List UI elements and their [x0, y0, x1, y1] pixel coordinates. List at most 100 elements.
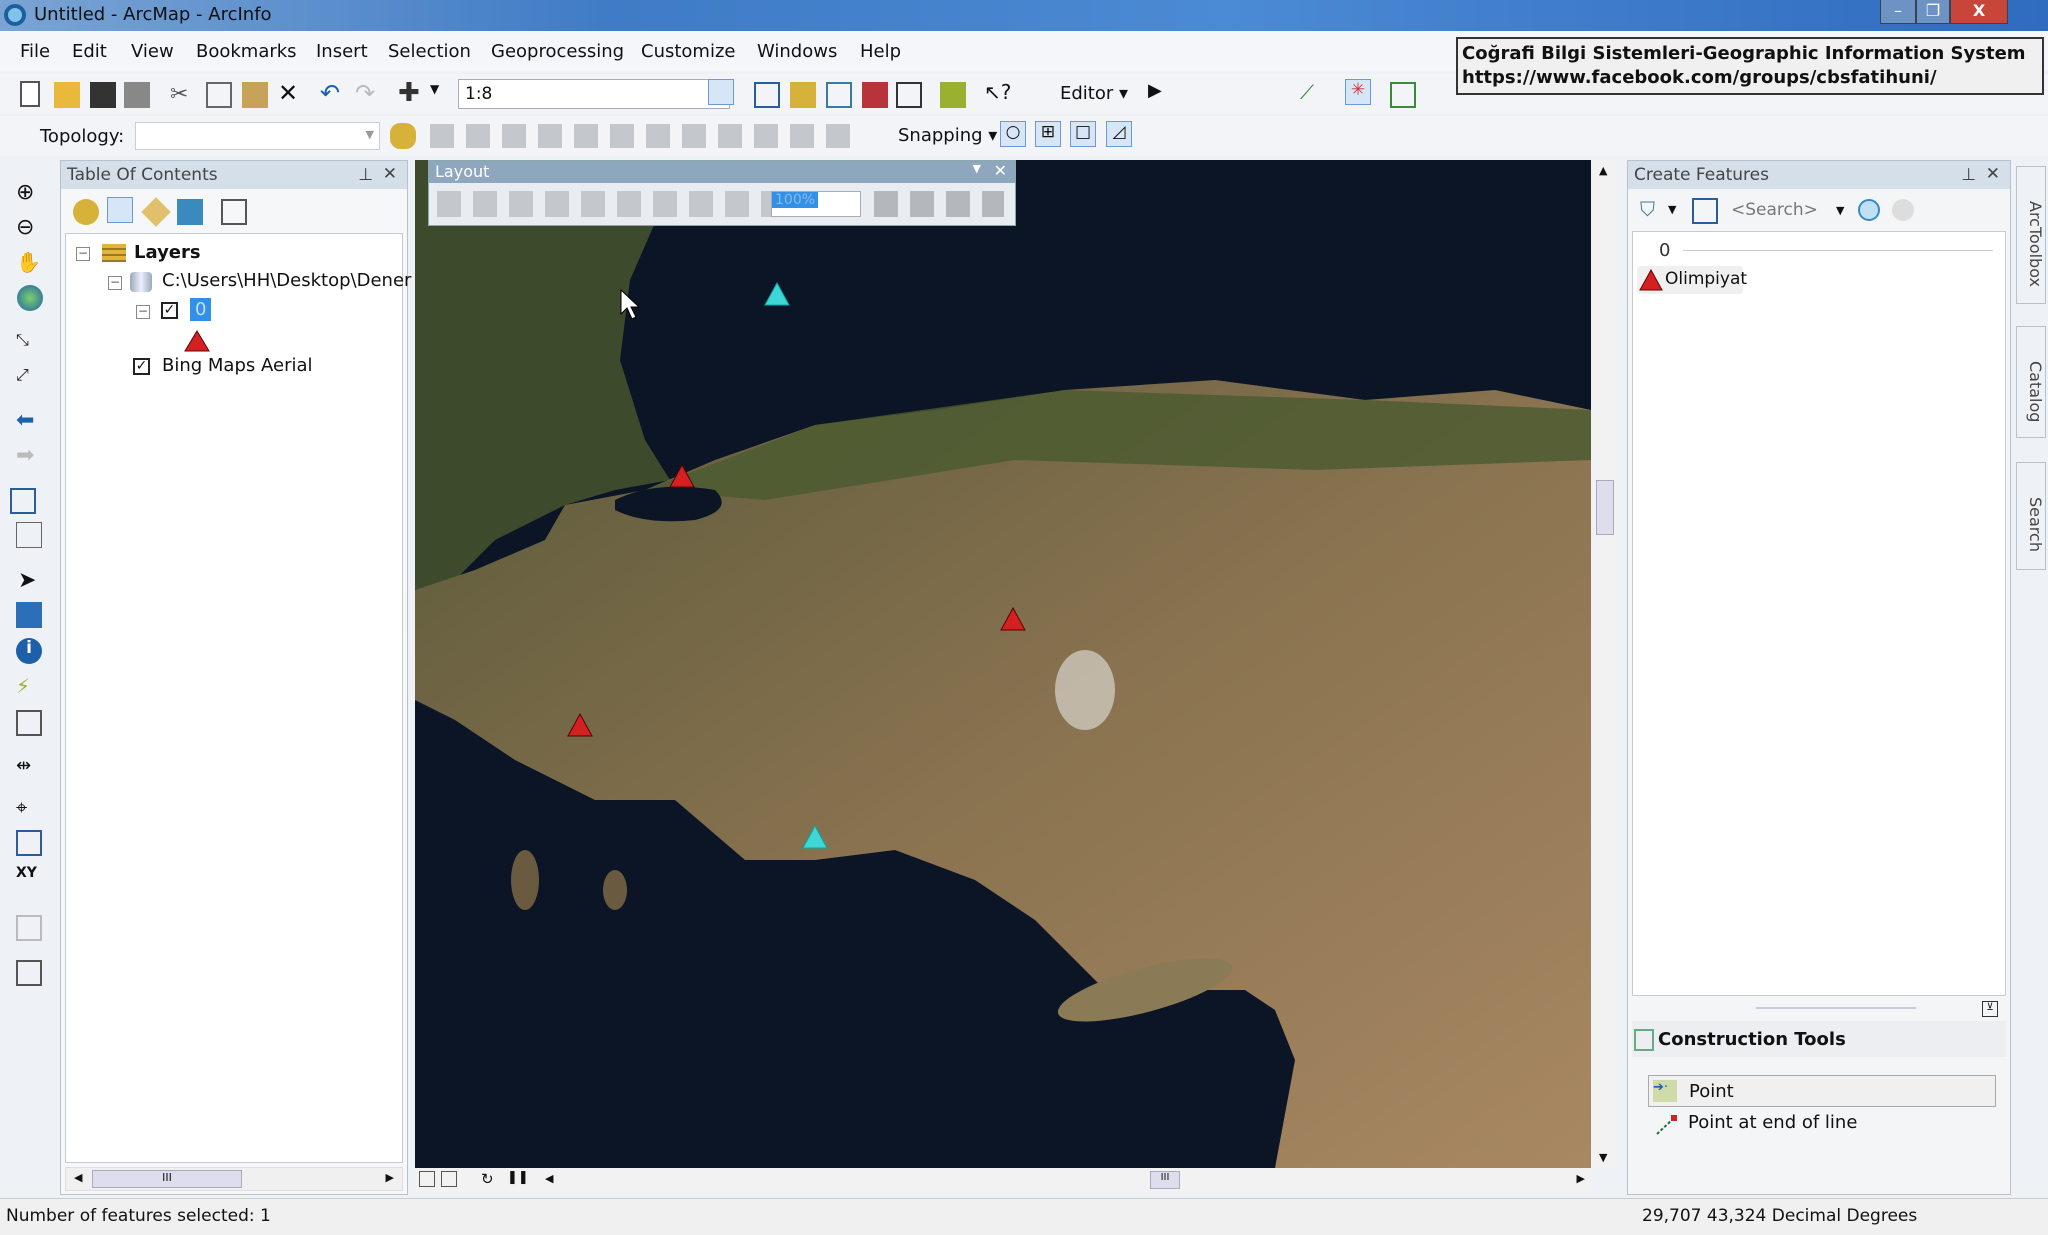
menu-bookmarks[interactable]: Bookmarks — [196, 41, 297, 62]
select-features-icon[interactable] — [10, 488, 36, 514]
tool-point-at-end-of-line[interactable]: Point at end of line — [1648, 1109, 1996, 1139]
collapse-panel-icon[interactable]: ⊻ — [1982, 1001, 1998, 1017]
chevron-down-icon[interactable]: ▼ — [1836, 204, 1844, 217]
collapse-icon[interactable]: − — [136, 305, 150, 319]
layers-root[interactable]: Layers — [134, 242, 201, 263]
search-window-icon[interactable] — [826, 82, 852, 108]
identify-icon[interactable]: i — [16, 638, 42, 664]
tab-search[interactable]: Search — [2016, 462, 2046, 570]
template-search-input[interactable]: <Search> — [1731, 200, 1818, 220]
tool-point[interactable]: ➔· Point — [1648, 1075, 1996, 1107]
delete-icon[interactable]: ✕ — [278, 79, 304, 107]
data-view-icon[interactable] — [419, 1171, 435, 1187]
menu-selection[interactable]: Selection — [388, 41, 471, 62]
whats-this-icon[interactable]: ↖? — [984, 80, 1011, 106]
list-by-drawing-order-icon[interactable] — [73, 199, 99, 225]
back-extent-icon[interactable]: ⬅ — [16, 408, 42, 434]
close-button[interactable]: X — [1950, 0, 2008, 24]
refresh-icon[interactable]: ↻ — [481, 1170, 494, 1188]
find-icon[interactable]: ⌖ — [16, 795, 42, 821]
chevron-down-icon[interactable]: ▼ — [1668, 203, 1676, 216]
find-route-icon[interactable] — [16, 830, 42, 856]
scroll-left-icon[interactable]: ◀ — [74, 1171, 82, 1184]
add-data-dropdown-icon[interactable]: ▼ — [430, 82, 456, 108]
table-of-contents-icon[interactable] — [754, 82, 780, 108]
edge-snapping-icon[interactable]: ◿ — [1106, 121, 1132, 147]
pan-icon[interactable]: ✋ — [16, 250, 42, 276]
scroll-down-icon[interactable]: ▼ — [1599, 1151, 1607, 1164]
paste-icon[interactable] — [242, 82, 268, 108]
list-by-visibility-icon[interactable] — [141, 197, 171, 227]
edit-tool-icon[interactable]: ▶ — [1148, 80, 1174, 106]
layout-zoom-select[interactable]: 100% — [771, 191, 861, 217]
tab-arctoolbox[interactable]: ArcToolbox — [2016, 166, 2046, 304]
organize-templates-icon[interactable] — [1692, 198, 1718, 224]
new-document-icon[interactable] — [20, 81, 40, 107]
time-slider-icon[interactable] — [16, 915, 42, 941]
topology-select[interactable]: ▼ — [135, 122, 380, 150]
scroll-left-icon[interactable]: ◀ — [545, 1172, 553, 1185]
edit-vertices-icon[interactable] — [1390, 82, 1416, 108]
menu-customize[interactable]: Customize — [641, 41, 735, 62]
straight-segment-icon[interactable]: ⟋ — [1300, 80, 1326, 106]
select-elements-icon[interactable]: ➤ — [18, 568, 44, 594]
minimize-button[interactable]: – — [1880, 0, 1916, 24]
copy-icon[interactable] — [206, 82, 232, 108]
snapping-point-icon[interactable]: ✳ — [1345, 79, 1371, 105]
layer-visibility-checkbox[interactable]: ✓ — [161, 302, 178, 319]
measure-icon[interactable]: ⇹ — [16, 755, 42, 781]
viewer-window-icon[interactable] — [16, 960, 42, 986]
menu-help[interactable]: Help — [860, 41, 901, 62]
close-icon[interactable]: ✕ — [994, 161, 1007, 180]
map-horizontal-scrollbar[interactable]: ↻ ❚❚ ◀ III ▶ — [415, 1168, 1591, 1192]
basemap-layer[interactable]: Bing Maps Aerial — [162, 355, 313, 376]
undo-icon[interactable]: ↶ — [320, 79, 346, 107]
menu-geoprocessing[interactable]: Geoprocessing — [491, 41, 624, 62]
modelbuilder-icon[interactable] — [940, 82, 966, 108]
scroll-right-icon[interactable]: ▶ — [1577, 1172, 1585, 1185]
zoom-in-icon[interactable]: ⊕ — [16, 180, 42, 206]
layout-toolbar-title[interactable]: Layout ▼ ✕ — [429, 161, 1015, 183]
html-popup-tool-icon[interactable] — [16, 710, 42, 736]
fixed-zoom-out-icon[interactable]: ⤢ — [16, 365, 42, 391]
clear-selection-icon[interactable] — [16, 522, 42, 548]
arctoolbox-icon[interactable] — [862, 82, 888, 108]
filter-icon[interactable]: ⛉ — [1640, 197, 1666, 223]
map-scale-input[interactable]: 1:8▼ — [458, 79, 730, 109]
editor-toolbar-icon[interactable] — [708, 79, 734, 105]
layer-name-selected[interactable]: 0 — [190, 298, 212, 321]
tab-catalog[interactable]: Catalog — [2016, 326, 2046, 438]
redo-icon[interactable]: ↷ — [355, 79, 381, 107]
zoom-out-icon[interactable]: ⊖ — [16, 215, 42, 241]
go-to-xy-icon[interactable]: XY — [16, 865, 42, 891]
hyperlink-icon[interactable]: ⚡ — [16, 674, 42, 700]
vertex-snapping-icon[interactable]: □ — [1070, 121, 1096, 147]
map-vertical-scrollbar[interactable]: ▲ ▼ — [1593, 160, 1617, 1168]
end-snapping-icon[interactable]: ⊞ — [1035, 121, 1061, 147]
menu-view[interactable]: View — [131, 41, 174, 62]
scroll-thumb[interactable]: III — [92, 1170, 242, 1188]
snapping-menu[interactable]: Snapping ▾ — [898, 125, 997, 146]
menu-file[interactable]: File — [20, 41, 50, 62]
toc-horizontal-scrollbar[interactable]: ◀ III ▶ — [65, 1167, 403, 1191]
scroll-thumb[interactable] — [1596, 480, 1614, 535]
select-topology-icon[interactable] — [390, 123, 416, 149]
pin-icon[interactable]: ⊥ — [358, 165, 373, 185]
layout-view-icon[interactable] — [441, 1171, 457, 1187]
scroll-thumb[interactable]: III — [1150, 1171, 1180, 1189]
options-icon[interactable] — [221, 199, 247, 225]
splitter-handle[interactable] — [1756, 1007, 1916, 1009]
pin-icon[interactable]: ⊥ — [1961, 165, 1976, 185]
forward-extent-icon[interactable]: ➡ — [16, 443, 42, 469]
selected-feature-point[interactable] — [764, 281, 790, 306]
list-by-selection-icon[interactable] — [177, 199, 203, 225]
search-icon[interactable] — [1858, 199, 1880, 221]
collapse-icon[interactable]: − — [108, 276, 122, 290]
full-extent-icon[interactable] — [17, 285, 43, 311]
collapse-icon[interactable]: − — [76, 247, 90, 261]
basemap-visibility-checkbox[interactable]: ✓ — [133, 358, 150, 375]
open-folder-icon[interactable] — [54, 82, 80, 108]
close-icon[interactable]: ✕ — [383, 164, 397, 184]
point-snapping-icon[interactable]: ○ — [1000, 121, 1026, 147]
python-icon[interactable] — [896, 82, 922, 108]
